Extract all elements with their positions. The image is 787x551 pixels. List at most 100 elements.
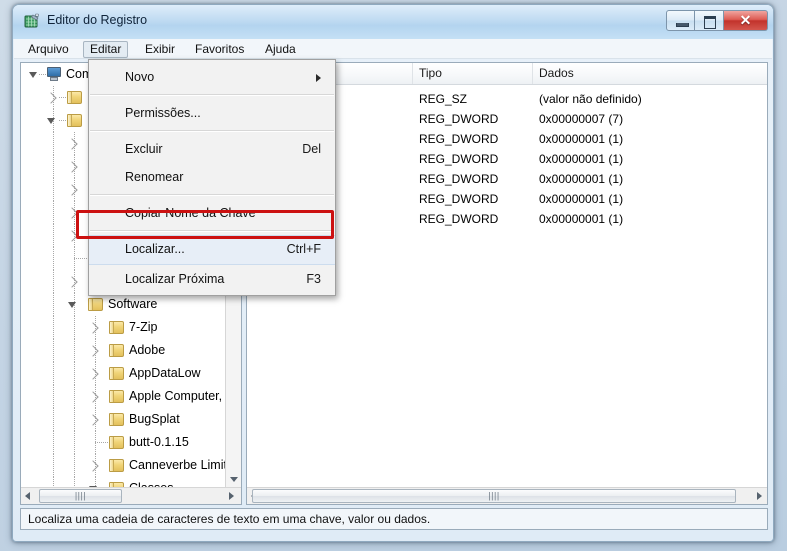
registry-key-folder-icon	[109, 459, 124, 472]
cell-dados: 0x00000001 (1)	[539, 192, 624, 206]
cell-dados: 0x00000007 (7)	[539, 112, 624, 126]
tree-connector	[39, 74, 46, 76]
menu-item-renomear[interactable]: Renomear	[89, 163, 335, 191]
status-bar-text: Localiza uma cadeia de caracteres de tex…	[28, 512, 431, 526]
close-icon: ✕	[739, 12, 752, 28]
tree-node-7zip[interactable]: 7-Zip	[21, 316, 226, 339]
cell-tipo: REG_DWORD	[419, 172, 499, 186]
menu-item-accelerator: Del	[302, 142, 321, 156]
registry-key-folder-icon	[109, 436, 124, 449]
cell-tipo: REG_DWORD	[419, 132, 499, 146]
column-header-tipo[interactable]: Tipo	[413, 63, 533, 84]
list-scroll-right-button[interactable]	[752, 488, 767, 504]
menu-item-novo[interactable]: Novo	[89, 63, 335, 91]
cell-dados: (valor não definido)	[539, 92, 642, 106]
column-header-dados[interactable]: Dados	[533, 63, 767, 84]
menu-item-localizar-proxima[interactable]: Localizar Próxima F3	[89, 265, 335, 293]
menu-editar[interactable]: Editar	[83, 41, 129, 58]
menu-bar: Arquivo Editar Exibir Favoritos Ajuda	[14, 39, 772, 59]
tree-node-label: 7-Zip	[129, 320, 158, 334]
window-title: Editor do Registro	[47, 13, 148, 27]
tree-horizontal-scrollbar[interactable]: ||||	[21, 487, 241, 504]
tree-scroll-left-button[interactable]	[21, 488, 38, 504]
expander-expanded-icon[interactable]	[68, 302, 76, 308]
menu-item-label: Excluir	[125, 142, 163, 156]
status-bar: Localiza uma cadeia de caracteres de tex…	[20, 508, 768, 530]
tree-node-label: butt-0.1.15	[129, 435, 189, 449]
registry-editor-window: Editor do Registro ✕ Arquivo Editar Exib…	[12, 4, 774, 542]
registry-key-folder-icon	[67, 91, 82, 104]
menu-exibir[interactable]: Exibir	[139, 41, 181, 58]
menu-item-label: Novo	[125, 70, 155, 84]
minimize-button[interactable]	[666, 10, 695, 31]
expander-expanded-icon[interactable]	[29, 72, 37, 78]
menu-item-permissoes[interactable]: Permissões...	[89, 99, 335, 127]
tree-node-label: Apple Computer,	[129, 389, 223, 403]
menu-separator	[90, 194, 334, 196]
cell-dados: 0x00000001 (1)	[539, 172, 624, 186]
cell-tipo: REG_SZ	[419, 92, 468, 106]
tree-connector	[59, 97, 66, 99]
tree-connector	[59, 120, 66, 122]
menu-item-label: Copiar Nome da Chave	[125, 206, 256, 220]
menu-item-label: Localizar...	[125, 242, 185, 256]
registry-key-folder-icon	[88, 298, 103, 311]
registry-key-folder-icon	[109, 367, 124, 380]
tree-node-label: BugSplat	[129, 412, 180, 426]
tree-connector	[95, 442, 108, 444]
cell-tipo: REG_DWORD	[419, 212, 499, 226]
menu-item-label: Permissões...	[125, 106, 201, 120]
menu-arquivo[interactable]: Arquivo	[22, 41, 75, 58]
tree-node-adobe[interactable]: Adobe	[21, 339, 226, 362]
menu-favoritos[interactable]: Favoritos	[189, 41, 250, 58]
tree-node-canneverbe[interactable]: Canneverbe Limit	[21, 454, 226, 477]
tree-node-appdatalow[interactable]: AppDataLow	[21, 362, 226, 385]
cell-dados: 0x00000001 (1)	[539, 152, 624, 166]
menu-item-localizar[interactable]: Localizar... Ctrl+F	[89, 235, 335, 265]
registry-key-folder-icon	[109, 344, 124, 357]
menu-item-accelerator: Ctrl+F	[286, 242, 321, 256]
maximize-icon	[704, 16, 716, 29]
tree-connector	[74, 258, 87, 260]
tree-node-butt[interactable]: butt-0.1.15	[21, 431, 226, 454]
list-horizontal-scrollbar[interactable]: ||||	[247, 487, 767, 504]
minimize-icon	[676, 23, 689, 27]
tree-node-apple-computer[interactable]: Apple Computer,	[21, 385, 226, 408]
computer-icon	[46, 67, 62, 81]
submenu-chevron-right-icon	[316, 74, 321, 82]
tree-hscroll-thumb[interactable]: ||||	[39, 489, 122, 503]
title-bar: Editor do Registro ✕	[13, 5, 773, 39]
tree-node-label: Software	[108, 297, 158, 311]
menu-item-label: Localizar Próxima	[125, 272, 225, 286]
editar-dropdown-menu[interactable]: Novo Permissões... Excluir Del Renomear …	[88, 59, 336, 296]
menu-separator	[90, 130, 334, 132]
menu-item-copiar-nome-da-chave[interactable]: Copiar Nome da Chave	[89, 199, 335, 227]
menu-item-accelerator: F3	[306, 272, 321, 286]
tree-node-label: Canneverbe Limit	[129, 458, 226, 472]
registry-key-folder-icon	[67, 114, 82, 127]
menu-separator	[90, 94, 334, 96]
regedit-icon	[23, 13, 40, 30]
tree-scroll-down-button[interactable]	[226, 472, 241, 488]
tree-node-bugsplat[interactable]: BugSplat	[21, 408, 226, 431]
tree-node-software[interactable]: Software	[21, 293, 226, 316]
expander-expanded-icon[interactable]	[47, 118, 55, 124]
registry-key-folder-icon	[109, 321, 124, 334]
scrollbar-grip-icon: ||||	[74, 490, 87, 501]
tree-node-label: AppDataLow	[129, 366, 201, 380]
cell-tipo: REG_DWORD	[419, 152, 499, 166]
menu-separator	[90, 230, 334, 232]
menu-ajuda[interactable]: Ajuda	[259, 41, 302, 58]
close-button[interactable]: ✕	[724, 10, 768, 31]
cell-tipo: REG_DWORD	[419, 192, 499, 206]
registry-key-folder-icon	[109, 413, 124, 426]
list-hscroll-thumb[interactable]: ||||	[252, 489, 736, 503]
tree-scroll-right-button[interactable]	[224, 488, 241, 504]
cell-dados: 0x00000001 (1)	[539, 132, 624, 146]
menu-item-label: Renomear	[125, 170, 184, 184]
scrollbar-grip-icon: ||||	[488, 490, 500, 501]
menu-item-excluir[interactable]: Excluir Del	[89, 135, 335, 163]
registry-key-folder-icon	[109, 390, 124, 403]
cell-tipo: REG_DWORD	[419, 112, 499, 126]
maximize-button[interactable]	[695, 10, 724, 31]
